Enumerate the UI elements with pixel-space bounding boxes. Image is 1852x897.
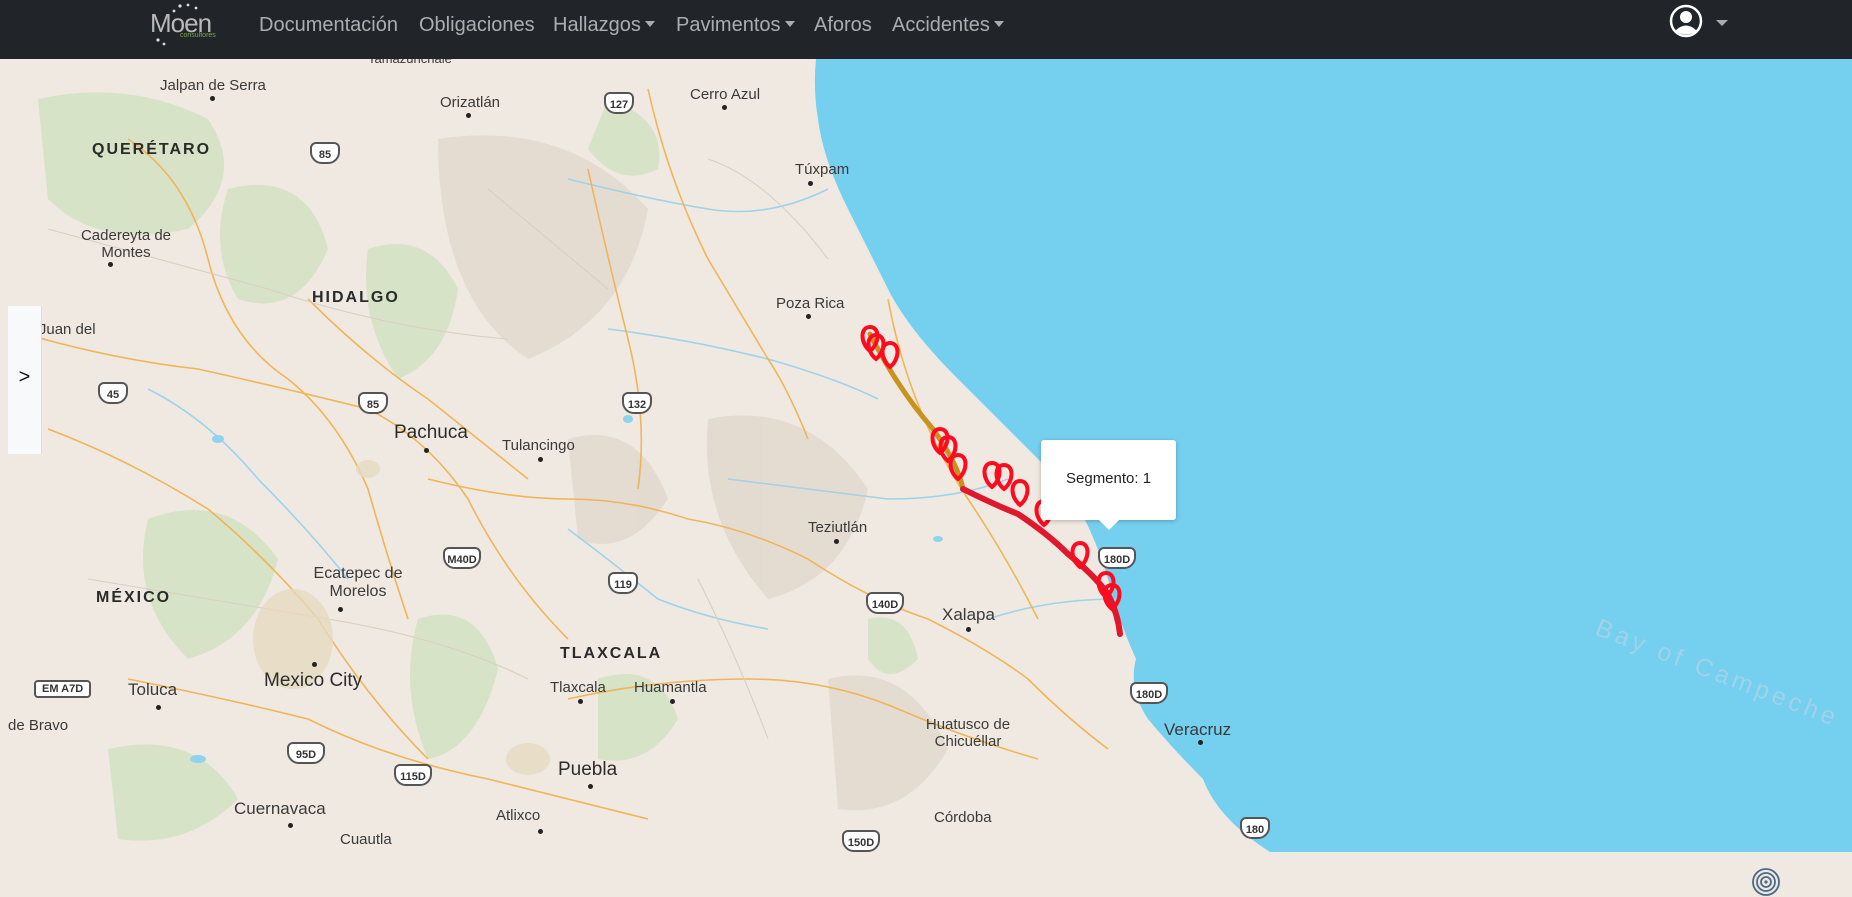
city-dot [338, 607, 343, 612]
city-dot [538, 829, 543, 834]
city-label: Veracruz [1164, 720, 1232, 739]
city-label: Cuautla [340, 831, 392, 848]
brand-logo[interactable]: Moen consultores [150, 2, 222, 48]
city-dot [722, 105, 727, 110]
city-dot [156, 705, 161, 710]
city-dot [312, 662, 317, 667]
user-menu-button[interactable] [1669, 4, 1731, 40]
highway-shield: 150D [842, 830, 880, 852]
city-dot [670, 699, 675, 704]
nav-accidentes[interactable]: Accidentes [892, 14, 1004, 37]
city-dot [288, 823, 293, 828]
highway-shield: 180 [1240, 817, 1270, 839]
locate-icon [1752, 868, 1780, 896]
highway-shield: 85 [310, 142, 340, 164]
city-dot [210, 96, 215, 101]
sidebar-toggle-button[interactable]: > [8, 306, 42, 454]
city-dot [538, 457, 543, 462]
state-label: QUERÉTARO [92, 141, 212, 158]
highway-shield: M40D [443, 547, 481, 569]
nav-documentacion-label: Documentación [259, 14, 398, 36]
nav-obligaciones[interactable]: Obligaciones [419, 14, 535, 37]
city-dot [806, 314, 811, 319]
city-label: de Bravo [8, 717, 69, 734]
city-label: Orizatlán [440, 94, 501, 111]
city-label: Puebla [558, 759, 618, 780]
highway-shield: 45 [98, 382, 128, 404]
highway-shield: 140D [866, 592, 904, 614]
user-circle-icon [1669, 4, 1703, 38]
nav-accidentes-label: Accidentes [892, 14, 990, 36]
city-label: Mexico City [264, 670, 363, 691]
highway-shield: 180D [1130, 682, 1168, 704]
logo-dots-icon [156, 3, 198, 46]
city-label: Xalapa [942, 605, 995, 624]
chevron-down-icon [993, 21, 1004, 27]
nav-aforos-label: Aforos [814, 14, 872, 36]
city-label: Cerro Azul [690, 86, 761, 103]
city-label: Córdoba [934, 809, 992, 826]
nav-hallazgos[interactable]: Hallazgos [553, 14, 655, 37]
highway-shield: 127 [604, 92, 634, 114]
city-label: Ecatepec de Morelos [313, 565, 403, 600]
highway-shield: 85 [358, 392, 388, 414]
highway-shield: 180D [1098, 547, 1136, 569]
city-label: Cuernavaca [234, 799, 326, 818]
nav-aforos[interactable]: Aforos [814, 14, 872, 37]
state-label: HIDALGO [312, 289, 400, 306]
city-dot [966, 627, 971, 632]
city-dot [588, 784, 593, 789]
top-navbar: Moen consultores Documentación Obligacio… [0, 0, 1852, 59]
city-label: Jalpan de Serra [160, 77, 266, 94]
segment-popup[interactable]: Segmento: 1 [1041, 440, 1176, 530]
map-canvas[interactable]: 127 85 45 85 132 M40D 119 140D 180D 95D … [8, 51, 1852, 896]
chevron-down-icon [644, 21, 655, 27]
city-label: Toluca [128, 680, 178, 699]
highway-shield: EM A7D [34, 680, 92, 698]
state-label: MÉXICO [96, 589, 172, 606]
city-label: Tulancingo [502, 437, 575, 454]
state-label: TLAXCALA [560, 645, 663, 662]
city-label: Cadereyta de Montes [80, 227, 172, 261]
highway-shield: 132 [622, 392, 652, 414]
city-label: Atlixco [496, 807, 541, 824]
chevron-down-icon [1716, 20, 1728, 26]
city-dot [108, 262, 113, 267]
nav-obligaciones-label: Obligaciones [419, 14, 535, 36]
city-label: Tlaxcala [550, 679, 606, 696]
highway-shield: 115D [394, 764, 432, 786]
nav-pavimentos-label: Pavimentos [676, 14, 781, 36]
city-label: Poza Rica [776, 295, 845, 312]
nav-pavimentos[interactable]: Pavimentos [676, 14, 795, 37]
city-dot [834, 539, 839, 544]
city-dot [466, 113, 471, 118]
nav-documentacion[interactable]: Documentación [259, 14, 398, 37]
locate-button[interactable] [1751, 867, 1781, 897]
sidebar-toggle-label: > [18, 366, 31, 388]
city-dot [808, 181, 813, 186]
city-label: Huatusco de Chicuéllar [925, 716, 1011, 750]
highway-shield: 95D [287, 742, 325, 764]
city-label: Huamantla [634, 679, 707, 696]
city-dot [1198, 740, 1203, 745]
chevron-down-icon [784, 21, 795, 27]
popup-text: Segmento: 1 [1066, 470, 1152, 487]
popup-tip [1099, 520, 1119, 530]
nav-hallazgos-label: Hallazgos [553, 14, 641, 36]
highway-shield: 119 [608, 572, 638, 594]
city-dot [578, 699, 583, 704]
city-label: Pachuca [394, 422, 468, 443]
city-label: Túxpam [795, 161, 850, 178]
city-dot [424, 448, 429, 453]
city-label: Teziutlán [808, 519, 868, 536]
